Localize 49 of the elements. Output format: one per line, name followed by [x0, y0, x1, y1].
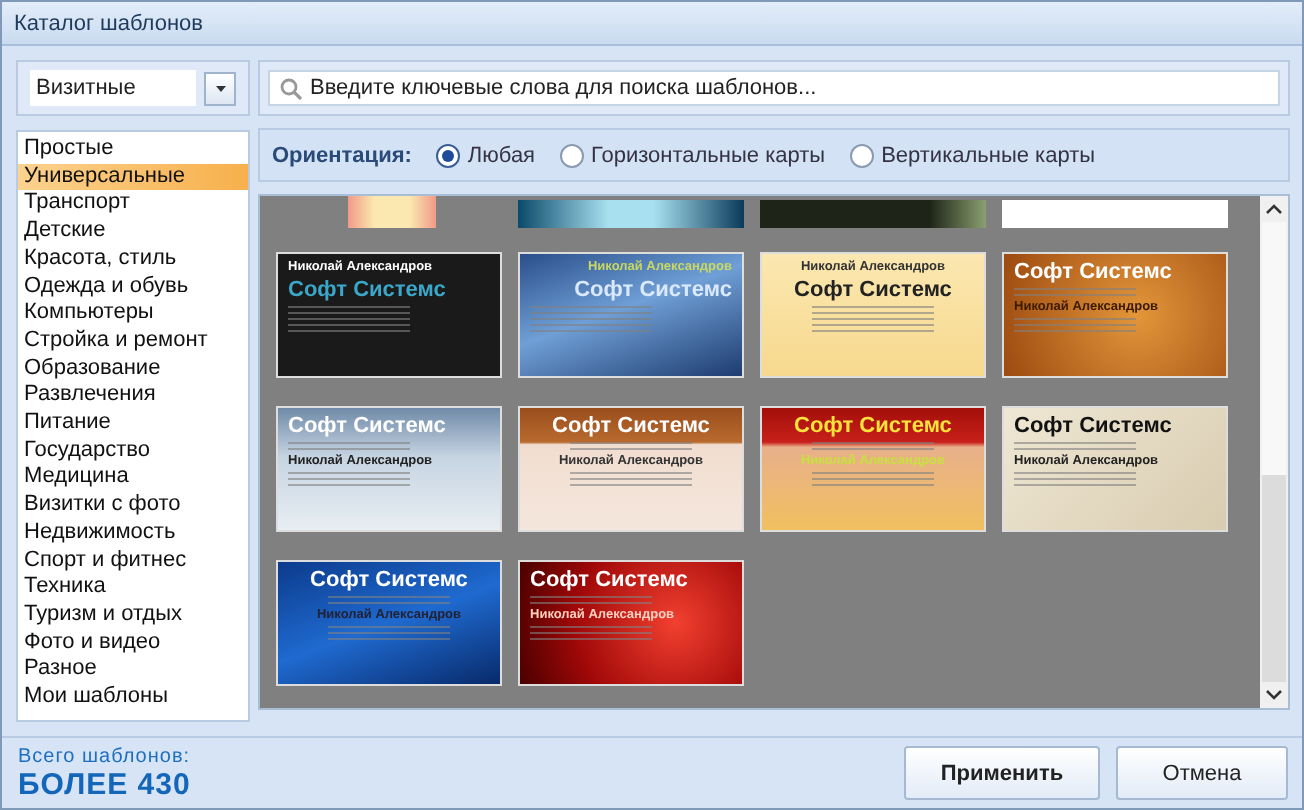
scroll-down-icon[interactable]: [1266, 690, 1282, 700]
company-name: Софт Системс: [550, 414, 712, 438]
category-item[interactable]: Питание: [18, 410, 248, 438]
company-name: Софт Системс: [288, 414, 448, 438]
scroll-thumb[interactable]: [1262, 222, 1286, 682]
orientation-radio[interactable]: Горизонтальные карты: [559, 143, 826, 167]
company-name: Софт Системс: [308, 568, 470, 592]
category-item[interactable]: Недвижимость: [18, 519, 248, 548]
template-thumbnail[interactable]: [518, 200, 744, 228]
total-count: БОЛЕЕ 430: [18, 767, 191, 801]
company-name: Софт Системс: [288, 278, 448, 302]
category-item[interactable]: Мои шаблоны: [18, 684, 248, 712]
company-name: Софт Системс: [530, 568, 690, 592]
category-item[interactable]: Разное: [18, 656, 248, 685]
orientation-radio[interactable]: Любая: [435, 143, 536, 167]
cancel-button[interactable]: Отмена: [1116, 746, 1288, 800]
category-item[interactable]: Стройка и ремонт: [18, 327, 248, 356]
company-name: Софт Системс: [792, 414, 954, 438]
category-item[interactable]: Туризм и отдых: [18, 601, 248, 630]
category-dropdown[interactable]: Визитные: [16, 60, 250, 116]
category-item[interactable]: Развлечения: [18, 382, 248, 411]
search-field[interactable]: Введите ключевые слова для поиска шаблонов...: [258, 60, 1290, 116]
category-item[interactable]: Одежда и обувь: [18, 273, 248, 301]
orientation-label: Ориентация:: [272, 143, 412, 167]
category-item[interactable]: Медицина: [18, 464, 248, 493]
category-item[interactable]: Фото и видео: [18, 629, 248, 657]
scrollbar[interactable]: [1260, 196, 1288, 708]
company-name: Софт Системс: [1014, 260, 1174, 284]
category-item[interactable]: Красота, стиль: [18, 245, 248, 274]
category-item[interactable]: Государство: [18, 437, 248, 465]
template-thumbnail[interactable]: [760, 200, 986, 228]
company-name: Софт Системс: [572, 278, 732, 302]
category-item[interactable]: Образование: [18, 355, 248, 383]
category-item[interactable]: Универсальные: [18, 163, 248, 191]
company-name: Софт Системс: [1014, 414, 1174, 438]
scroll-up-icon[interactable]: [1266, 204, 1282, 214]
total-label: Всего шаблонов:: [18, 745, 191, 767]
window-title: Каталог шаблонов: [14, 11, 203, 35]
category-item[interactable]: Компьютеры: [18, 300, 248, 328]
orientation-radio[interactable]: Вертикальные карты: [849, 143, 1096, 167]
apply-button[interactable]: Применить: [904, 746, 1100, 800]
category-item[interactable]: Визитки с фото: [18, 492, 248, 520]
category-item[interactable]: Техника: [18, 574, 248, 602]
category-item[interactable]: Детские: [18, 218, 248, 246]
category-item[interactable]: Спорт и фитнес: [18, 547, 248, 575]
template-thumbnail[interactable]: [1002, 200, 1228, 228]
company-name: Софт Системс: [792, 278, 954, 302]
category-item[interactable]: Простые: [18, 136, 248, 164]
category-item[interactable]: Транспорт: [18, 190, 248, 219]
